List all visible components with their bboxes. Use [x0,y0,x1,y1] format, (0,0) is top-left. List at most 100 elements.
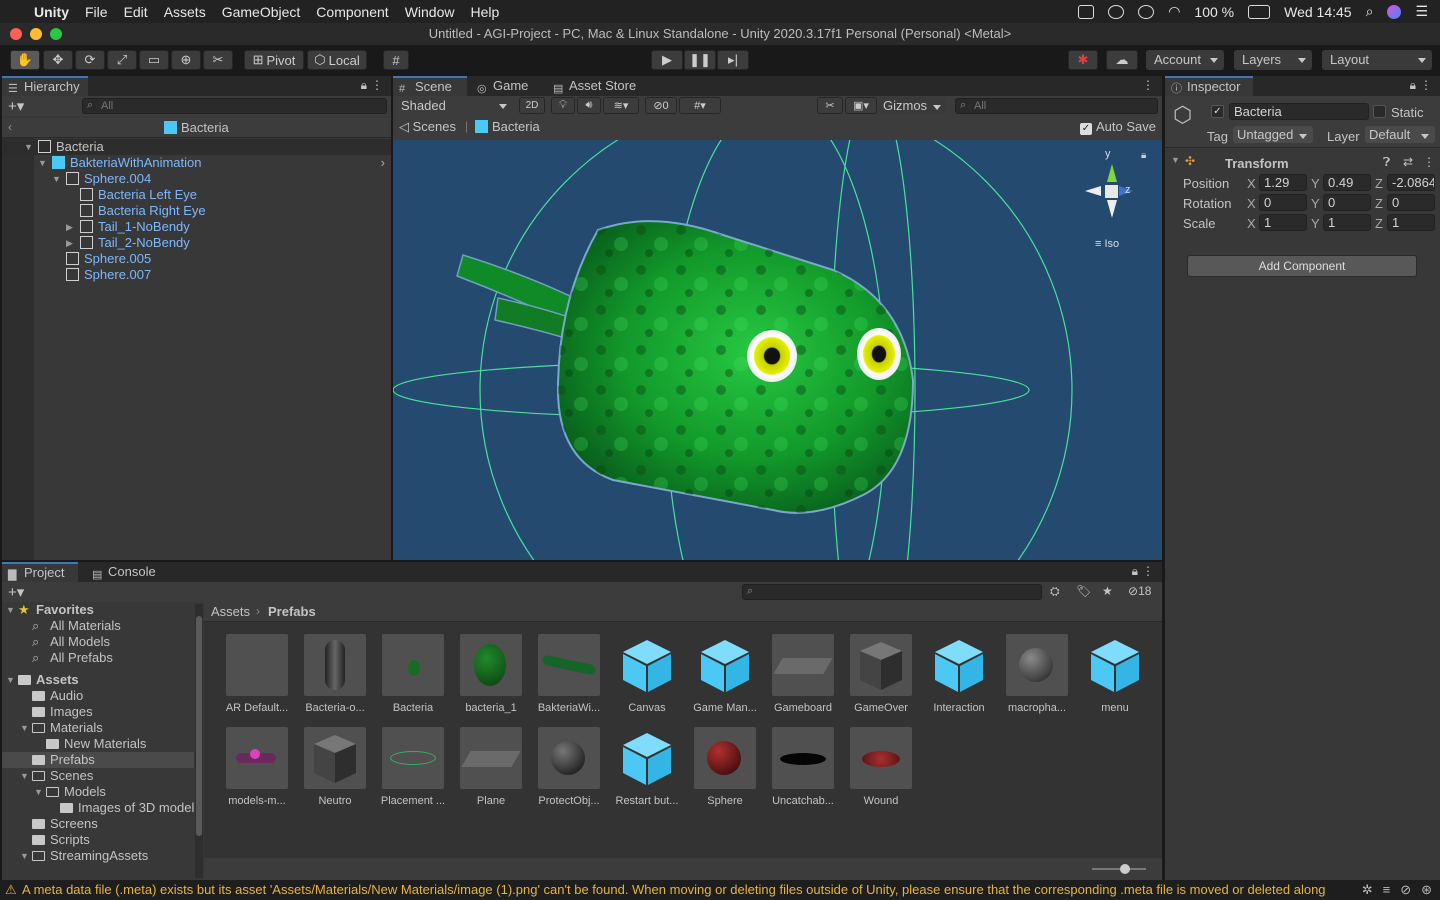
scale-z-axis-label[interactable]: Z [1375,216,1383,231]
project-tree-item[interactable]: Prefabs [2,752,194,768]
asset-item[interactable]: Canvas [610,634,684,714]
asset-item[interactable]: Interaction [922,634,996,714]
gameobject-icon[interactable]: ⬡ [1173,102,1192,128]
project-tree-item[interactable]: ▼ ★ Favorites [2,602,194,618]
play-button[interactable]: ▶ [651,50,683,70]
auto-generate-lighting-icon[interactable]: ⊘ [1400,880,1411,900]
tab-scene[interactable]: # Scene [393,76,467,96]
tab-asset-store[interactable]: ▤ Asset Store [547,76,647,96]
path-current[interactable]: Prefabs [268,604,316,619]
add-component-button[interactable]: Add Component [1187,255,1417,277]
gizmos-dropdown[interactable]: Gizmos [879,97,947,114]
tag-dropdown[interactable]: Untagged [1233,126,1313,143]
wifi-icon[interactable]: ◠ [1168,3,1180,20]
lock-icon[interactable]: 🔒︎ [1410,78,1416,93]
zoom-window-button[interactable] [50,28,62,40]
foldout-open-icon[interactable]: ▼ [20,768,29,784]
siri-icon[interactable] [1387,4,1402,19]
static-dropdown[interactable]: Static [1391,105,1424,120]
breadcrumb-current-prefab[interactable]: Bacteria [475,119,540,134]
foldout-open-icon[interactable]: ▼ [6,602,15,618]
menu-file[interactable]: File [77,4,116,20]
autosave-toggle[interactable]: ✓ Auto Save [1080,119,1156,135]
scale-y-axis-label[interactable]: Y [1311,216,1320,231]
object-name-field[interactable]: Bacteria [1229,103,1369,120]
project-tree-item[interactable]: ▼ StreamingAssets [2,848,194,864]
panel-menu-icon[interactable]: ⋮ [371,78,383,92]
tab-inspector[interactable]: ⓘ Inspector [1165,76,1253,96]
asset-item[interactable]: BakteriaWi... [532,634,606,714]
open-prefab-chevron-icon[interactable]: › [381,155,385,171]
scenes-link[interactable]: ◁ Scenes [399,119,456,135]
project-tree-item[interactable]: ▼ Models [2,784,194,800]
hierarchy-item[interactable]: Bacteria Right Eye [2,203,391,219]
minimize-window-button[interactable] [30,28,42,40]
foldout-arrow-icon[interactable]: ▼ [1171,155,1180,165]
rotation-z-axis-label[interactable]: Z [1375,196,1383,211]
transform-tool-button[interactable]: ⊕ [171,50,201,70]
menubar-clock[interactable]: Wed 14:45 [1284,4,1351,20]
spotlight-icon[interactable]: ⌕ [1366,3,1374,20]
lighting-toggle-icon[interactable]: 💡︎ [551,97,575,114]
project-tree-item[interactable]: Scripts [2,832,194,848]
account-dropdown[interactable]: Account [1146,50,1224,70]
panel-menu-icon[interactable]: ⋮ [1142,564,1154,578]
thumbnail-size-slider[interactable] [1092,864,1146,874]
position-x-field[interactable]: 1.29 [1259,174,1307,191]
hierarchy-item[interactable]: Sphere.007 [2,267,391,283]
close-window-button[interactable] [10,28,22,40]
hierarchy-item[interactable]: Sphere.005 [2,251,391,267]
project-tree-item[interactable]: ▼ Scenes [2,768,194,784]
project-tree-item[interactable]: Screens [2,816,194,832]
foldout-open-icon[interactable]: ▼ [52,171,61,187]
hand-tool-button[interactable]: ✋ [10,50,40,70]
active-checkbox[interactable]: ✓ [1211,105,1224,118]
scale-x-axis-label[interactable]: X [1247,216,1256,231]
position-z-field[interactable]: -2.0864 [1387,174,1435,191]
step-button[interactable]: ▸| [717,50,749,70]
project-tree-item[interactable]: ⌕ All Materials [2,618,194,634]
camera-dropdown[interactable]: ▣▾ [845,97,877,114]
tab-project[interactable]: ▇ Project [2,562,78,582]
asset-item[interactable]: Neutro [298,727,372,807]
notification-center-icon[interactable]: ☰ [1415,3,1428,20]
project-tree-item[interactable]: ⌕ All Models [2,634,194,650]
panel-menu-icon[interactable]: ⋮ [1142,78,1154,92]
grid-toggle-icon[interactable]: #▾ [679,97,721,114]
layers-dropdown[interactable]: Layers [1234,50,1312,70]
hidden-objects-toggle[interactable]: ⊘ 0 [645,97,677,114]
path-assets-link[interactable]: Assets [211,604,250,619]
scale-tool-button[interactable]: ⤢ [107,50,137,70]
asset-item[interactable]: GameOver [844,634,918,714]
shading-mode-dropdown[interactable]: Shaded [393,96,513,116]
asset-item[interactable]: Placement ... [376,727,450,807]
component-menu-icon[interactable]: ⋮ [1423,155,1435,169]
menu-window[interactable]: Window [397,4,463,20]
rotation-x-field[interactable]: 0 [1259,194,1307,211]
layer-dropdown[interactable]: Default [1365,126,1435,143]
asset-item[interactable]: Restart but... [610,727,684,807]
asset-item[interactable]: Uncatchab... [766,727,840,807]
tab-game[interactable]: ◎ Game [471,76,543,96]
asset-item[interactable]: menu [1078,634,1152,714]
grid-snap-button[interactable]: # [383,50,409,70]
tree-scrollbar-thumb[interactable] [196,616,202,836]
local-toggle[interactable]: ⬡ Local [307,50,367,70]
panel-menu-icon[interactable]: ⋮ [1420,78,1432,92]
lock-icon[interactable]: 🔒︎ [361,78,367,93]
menu-help[interactable]: Help [462,4,507,20]
cloud-icon[interactable]: ☁ [1106,50,1138,70]
foldout-open-icon[interactable]: ▼ [38,155,47,171]
foldout-open-icon[interactable]: ▼ [20,848,29,864]
audio-toggle-icon[interactable]: 🔊︎ [577,97,601,114]
menu-gameobject[interactable]: GameObject [214,4,309,20]
lock-icon[interactable]: 🔒︎ [1132,564,1138,579]
asset-item[interactable]: AR Default... [220,634,294,714]
foldout-open-icon[interactable]: ▼ [24,139,33,155]
slider-thumb[interactable] [1120,864,1130,874]
custom-tool-button[interactable]: ✂ [203,50,233,70]
pivot-toggle[interactable]: ⊞ Pivot [244,50,304,70]
asset-item[interactable]: Sphere [688,727,762,807]
hidden-packages-toggle[interactable]: ⊘18 [1128,584,1151,598]
preset-icon[interactable]: ⇄ [1403,155,1413,169]
